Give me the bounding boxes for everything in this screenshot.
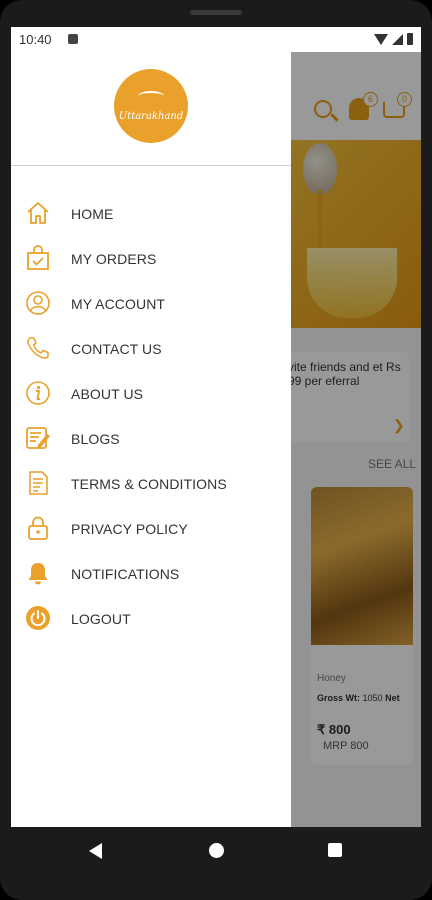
back-icon[interactable] [89, 843, 102, 859]
system-nav-bar [0, 827, 432, 872]
screen: 10:40 6 0 vite friends and et Rs 99 per … [11, 27, 421, 827]
shopping-bag-icon [27, 245, 49, 270]
leaf-icon [138, 90, 164, 101]
drawer-menu: HOME MY ORDERS MY ACCOUNT CONTACT US ABO… [11, 192, 291, 642]
menu-item-my-account[interactable]: MY ACCOUNT [11, 282, 291, 327]
brand-logo: Uttarakhand [114, 69, 188, 143]
menu-label-my-orders: MY ORDERS [71, 251, 157, 267]
menu-label-my-account: MY ACCOUNT [71, 296, 166, 312]
user-circle-icon [26, 291, 50, 315]
menu-item-my-orders[interactable]: MY ORDERS [11, 237, 291, 282]
menu-label-blogs: BLOGS [71, 431, 120, 447]
home-icon [27, 202, 49, 224]
menu-item-privacy-policy[interactable]: PRIVACY POLICY [11, 507, 291, 552]
menu-label-logout: LOGOUT [71, 611, 131, 627]
menu-item-home[interactable]: HOME [11, 192, 291, 237]
phone-icon [27, 337, 49, 359]
menu-item-notifications[interactable]: NOTIFICATIONS [11, 552, 291, 597]
wifi-icon [374, 33, 388, 45]
logo-text: Uttarakhand [118, 110, 184, 122]
menu-label-home: HOME [71, 206, 114, 222]
bell-icon [28, 563, 48, 585]
battery-icon [407, 33, 413, 45]
home-button-icon[interactable] [209, 843, 224, 858]
menu-item-logout[interactable]: LOGOUT [11, 597, 291, 642]
recent-apps-icon[interactable] [328, 843, 342, 857]
status-time: 10:40 [19, 32, 52, 47]
menu-label-terms-conditions: TERMS & CONDITIONS [71, 476, 227, 492]
status-bar: 10:40 [11, 27, 421, 52]
menu-label-about-us: ABOUT US [71, 386, 144, 402]
info-icon [26, 381, 50, 405]
menu-item-about-us[interactable]: ABOUT US [11, 372, 291, 417]
menu-label-contact-us: CONTACT US [71, 341, 162, 357]
document-icon [29, 471, 48, 495]
speaker-grille [190, 10, 242, 15]
menu-label-notifications: NOTIFICATIONS [71, 566, 180, 582]
status-icons [374, 32, 413, 46]
device-frame: 10:40 6 0 vite friends and et Rs 99 per … [0, 0, 432, 900]
menu-item-blogs[interactable]: BLOGS [11, 417, 291, 462]
navigation-drawer: Uttarakhand HOME MY ORDERS MY ACCOUNT CO… [11, 52, 291, 827]
signal-icon [392, 33, 403, 45]
menu-item-contact-us[interactable]: CONTACT US [11, 327, 291, 372]
notification-indicator-icon [68, 34, 78, 44]
drawer-divider [11, 165, 291, 166]
power-icon [26, 606, 50, 630]
lock-icon [28, 516, 48, 540]
menu-item-terms-conditions[interactable]: TERMS & CONDITIONS [11, 462, 291, 507]
blog-icon [26, 427, 50, 449]
menu-label-privacy-policy: PRIVACY POLICY [71, 521, 188, 537]
